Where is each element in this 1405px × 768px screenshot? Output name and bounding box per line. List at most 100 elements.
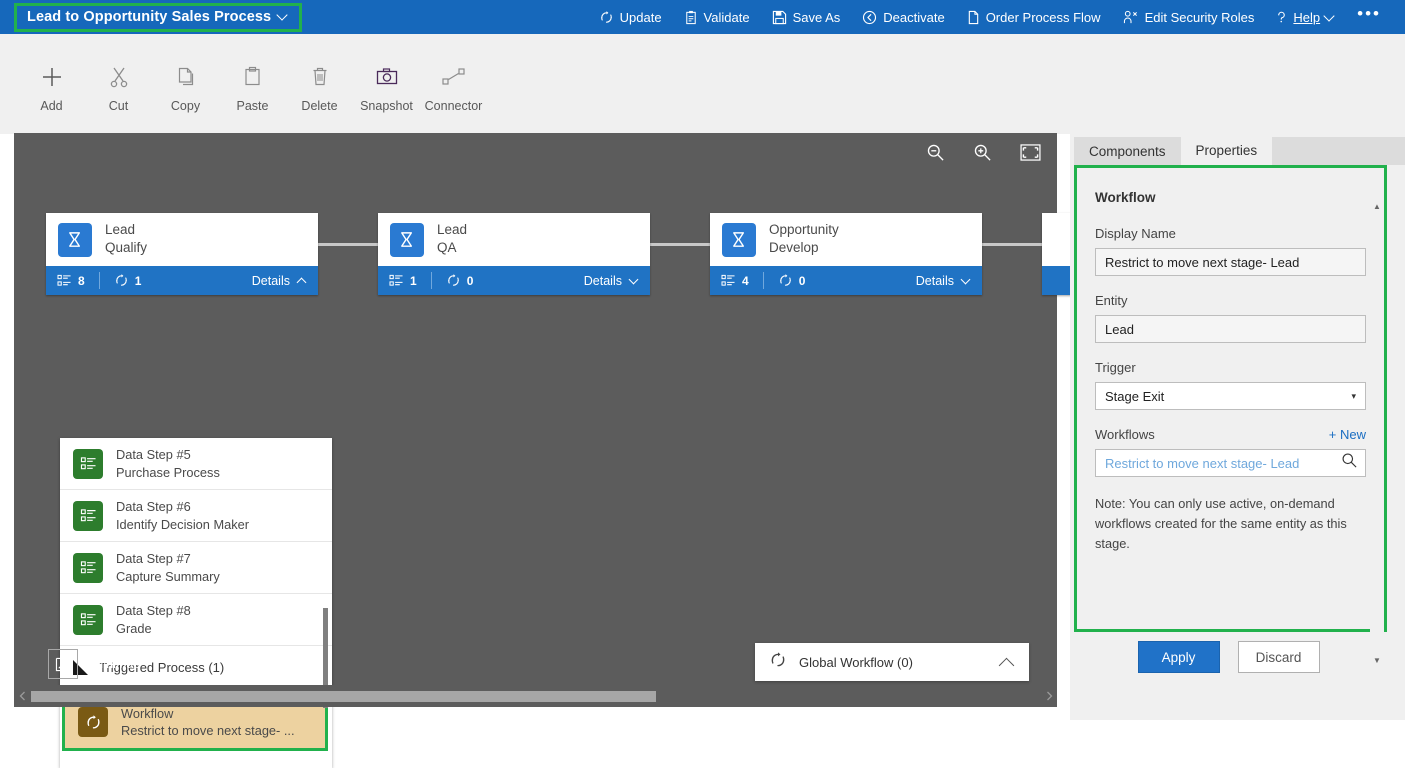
stage-entity: Lead — [437, 222, 468, 238]
properties-form: Workflow Display Name Restrict to move n… — [1077, 168, 1384, 553]
chevron-down-icon: ▾ — [1351, 390, 1356, 401]
workflow-note: Note: You can only use active, on-demand… — [1095, 496, 1347, 551]
stage-header: Opportunity Develop — [710, 213, 982, 266]
edit-security-roles-button[interactable]: Edit Security Roles — [1112, 0, 1266, 34]
display-name-value: Restrict to move next stage- Lead — [1105, 254, 1300, 270]
tab-properties[interactable]: Properties — [1180, 135, 1273, 165]
right-properties-panel: Components Properties Workflow Display N… — [1070, 133, 1405, 720]
chevron-down-icon — [961, 277, 971, 284]
deactivate-button[interactable]: Deactivate — [851, 0, 955, 34]
panel-scrollbar[interactable]: ▲ ▼ — [1370, 200, 1384, 667]
add-button[interactable]: Add — [18, 64, 85, 113]
divider — [98, 272, 100, 289]
step-subtitle: Purchase Process — [116, 464, 220, 480]
stage-icon — [390, 222, 424, 257]
display-name-field[interactable]: Restrict to move next stage- Lead — [1095, 248, 1366, 276]
properties-form-highlight: Workflow Display Name Restrict to move n… — [1074, 165, 1387, 667]
zoom-out-icon[interactable] — [926, 143, 945, 162]
paste-icon — [243, 64, 262, 90]
scroll-left-icon[interactable] — [14, 691, 30, 701]
stage-workflow-metric: 0 — [446, 273, 474, 288]
panel-tabs: Components Properties — [1070, 133, 1405, 165]
snapshot-label: Snapshot — [360, 99, 413, 113]
magnifier-icon[interactable] — [1341, 452, 1358, 474]
validate-button[interactable]: Validate — [673, 0, 761, 34]
tab-strip-filler — [1272, 137, 1405, 165]
order-process-flow-label: Order Process Flow — [985, 9, 1101, 25]
workflow-title: Workflow — [121, 705, 174, 721]
stage-details-toggle[interactable]: Details — [916, 274, 971, 288]
stage-steps-metric: 1 — [389, 274, 417, 288]
stage-steps-count: 8 — [78, 273, 85, 288]
trigger-value: Stage Exit — [1105, 388, 1165, 404]
global-workflow-label: Global Workflow (0) — [799, 654, 913, 670]
help-label: Help — [1293, 9, 1321, 25]
paste-button[interactable]: Paste — [219, 64, 286, 113]
save-icon — [772, 10, 787, 25]
workflow-icon — [78, 707, 108, 737]
stage-header: Lead QA — [378, 213, 650, 266]
stage-card[interactable]: Opportunity Develop 4 0 Details — [710, 213, 982, 295]
step-title: Data Step #7 — [116, 551, 191, 567]
stage-steps-list[interactable]: Data Step #5 Purchase Process Data Step … — [60, 438, 332, 768]
clipboard-check-icon — [684, 10, 698, 25]
step-title: Data Step #5 — [116, 447, 191, 463]
new-workflow-link[interactable]: + New — [1329, 427, 1366, 442]
list-item[interactable]: Data Step #7 Capture Summary — [60, 542, 332, 594]
fit-to-screen-icon[interactable] — [1020, 144, 1041, 161]
entity-field[interactable]: Lead — [1095, 315, 1366, 343]
stage-steps-count: 4 — [742, 273, 749, 288]
global-workflow-panel[interactable]: Global Workflow (0) — [755, 643, 1029, 681]
scroll-right-icon[interactable] — [1041, 691, 1057, 701]
minimap-control[interactable]: Minimap — [48, 649, 140, 679]
list-item[interactable]: Data Step #8 Grade — [60, 594, 332, 646]
stage-steps-count: 1 — [410, 273, 417, 288]
stage-footer: 4 0 Details — [710, 266, 982, 295]
minimap-icon[interactable] — [48, 649, 78, 679]
question-icon — [1276, 10, 1287, 25]
stage-details-toggle[interactable]: Details — [252, 274, 307, 288]
step-title: Data Step #6 — [116, 499, 191, 515]
tab-components[interactable]: Components — [1074, 137, 1181, 165]
cut-button[interactable]: Cut — [85, 64, 152, 113]
scroll-up-icon[interactable]: ▲ — [1373, 202, 1381, 211]
canvas-horizontal-scrollbar[interactable] — [14, 685, 1057, 707]
list-item-labels: Data Step #8 Grade — [116, 603, 191, 636]
process-designer-canvas[interactable]: Lead Qualify 8 1 Details Lead QA 1 0 Det… — [14, 133, 1314, 768]
entity-label: Entity — [1095, 293, 1128, 308]
save-as-button[interactable]: Save As — [761, 0, 852, 34]
save-as-label: Save As — [792, 9, 841, 25]
process-title-dropdown[interactable]: Lead to Opportunity Sales Process — [14, 2, 303, 32]
connector-button[interactable]: Connector — [420, 64, 487, 113]
back-circle-icon — [862, 10, 877, 25]
data-step-icon — [721, 274, 735, 286]
stage-workflow-count: 0 — [466, 273, 474, 288]
list-item[interactable]: Data Step #6 Identify Decision Maker — [60, 490, 332, 542]
stage-card[interactable]: Lead Qualify 8 1 Details — [46, 213, 318, 295]
trigger-label: Trigger — [1095, 360, 1136, 375]
copy-button[interactable]: Copy — [152, 64, 219, 113]
chevron-up-icon[interactable] — [999, 657, 1015, 667]
overflow-menu-button[interactable]: ••• — [1347, 0, 1391, 34]
trigger-select[interactable]: Stage Exit ▾ — [1095, 382, 1366, 410]
list-item[interactable]: Data Step #5 Purchase Process — [60, 438, 332, 490]
zoom-in-icon[interactable] — [973, 143, 992, 162]
stage-details-toggle[interactable]: Details — [584, 274, 639, 288]
discard-button[interactable]: Discard — [1237, 641, 1320, 673]
scrollbar-thumb[interactable] — [31, 690, 656, 702]
update-button[interactable]: Update — [588, 0, 673, 34]
delete-label: Delete — [301, 99, 338, 113]
workflow-lookup-field[interactable]: Restrict to move next stage- Lead — [1095, 449, 1366, 477]
stage-steps-metric: 4 — [721, 274, 749, 288]
entity-value: Lead — [1105, 321, 1134, 337]
delete-button[interactable]: Delete — [286, 64, 353, 113]
stage-connector — [650, 243, 718, 246]
help-button[interactable]: Help — [1265, 0, 1347, 34]
apply-button[interactable]: Apply — [1137, 641, 1220, 673]
snapshot-button[interactable]: Snapshot — [353, 64, 420, 113]
order-process-flow-button[interactable]: Order Process Flow — [956, 0, 1112, 34]
workflow-lookup-placeholder: Restrict to move next stage- Lead — [1105, 455, 1300, 471]
stage-card[interactable]: Lead QA 1 0 Details — [378, 213, 650, 295]
workflows-field-header: Workflows + New — [1095, 427, 1366, 442]
step-subtitle: Identify Decision Maker — [116, 516, 249, 532]
